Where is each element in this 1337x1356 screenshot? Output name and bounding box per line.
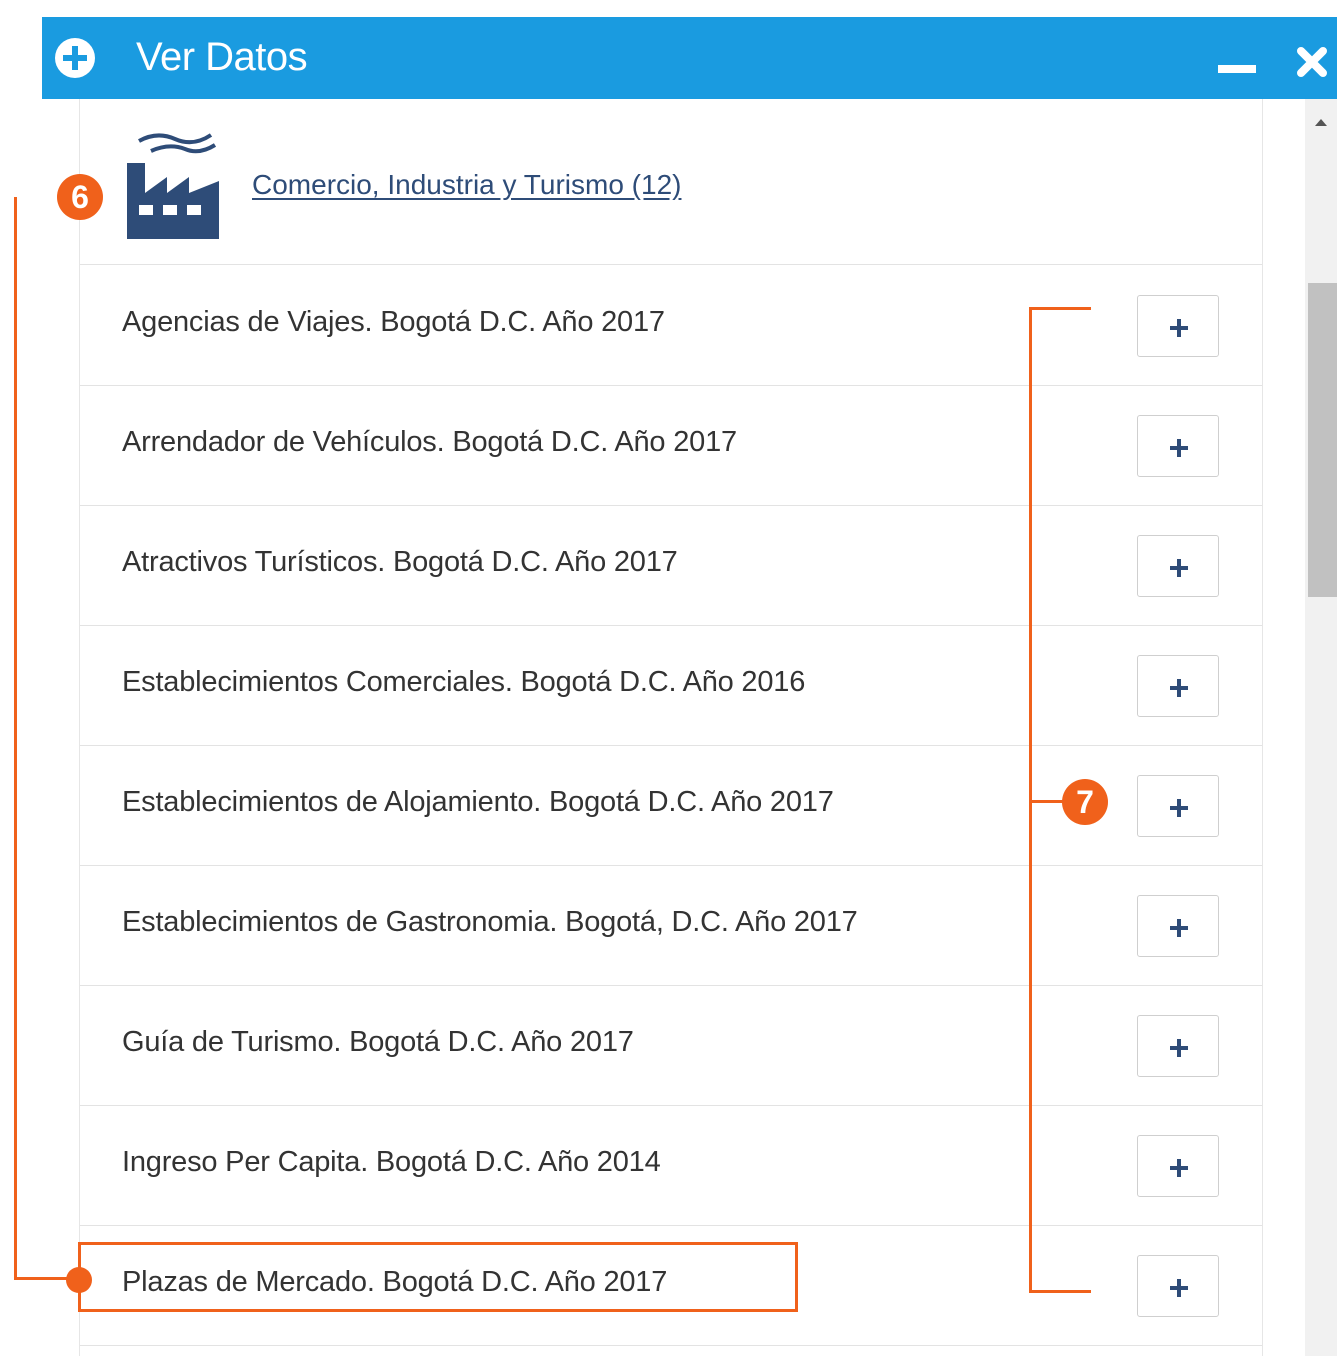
dataset-label: Establecimientos de Gastronomia. Bogotá,…	[122, 906, 858, 938]
dataset-label: Establecimientos de Alojamiento. Bogotá …	[122, 786, 834, 818]
add-dataset-button[interactable]	[1137, 415, 1219, 477]
annotation-badge-6: 6	[57, 174, 103, 220]
list-item: Ingreso Per Capita. Bogotá D.C. Año 2014	[80, 1105, 1262, 1226]
minimize-button[interactable]	[1214, 41, 1260, 83]
scroll-thumb[interactable]	[1308, 283, 1337, 597]
category-link[interactable]: Comercio, Industria y Turismo (12)	[252, 169, 681, 201]
annotation-badge-7: 7	[1062, 779, 1108, 825]
dataset-label: Establecimientos Comerciales. Bogotá D.C…	[122, 666, 806, 698]
factory-icon	[127, 133, 219, 239]
scroll-up-arrow-icon[interactable]	[1315, 119, 1327, 126]
add-dataset-button[interactable]	[1137, 655, 1219, 717]
add-dataset-button[interactable]	[1137, 1255, 1219, 1317]
list-item: Atractivos Turísticos. Bogotá D.C. Año 2…	[80, 505, 1262, 626]
vertical-scrollbar[interactable]	[1305, 99, 1337, 1356]
panel-titlebar: Ver Datos	[42, 17, 1337, 99]
list-item: Arrendador de Vehículos. Bogotá D.C. Año…	[80, 385, 1262, 506]
add-dataset-button[interactable]	[1137, 1015, 1219, 1077]
add-dataset-button[interactable]	[1137, 535, 1219, 597]
list-item: Guía de Turismo. Bogotá D.C. Año 2017	[80, 985, 1262, 1106]
add-dataset-button[interactable]	[1137, 895, 1219, 957]
ver-datos-panel: Ver Datos Comercio, Industria y Turismo …	[42, 17, 1337, 1356]
annotation-highlight-box	[78, 1242, 798, 1312]
close-icon[interactable]	[1292, 37, 1332, 83]
annotation-bracket-7-bottom	[1029, 1290, 1091, 1293]
dataset-list: Comercio, Industria y Turismo (12) Agenc…	[79, 99, 1263, 1356]
annotation-line-6-horizontal	[14, 1277, 74, 1280]
list-item: Establecimientos Comerciales. Bogotá D.C…	[80, 625, 1262, 746]
annotation-line-6-vertical	[14, 197, 17, 1280]
dataset-label: Atractivos Turísticos. Bogotá D.C. Año 2…	[122, 546, 678, 578]
annotation-bracket-7-top	[1029, 307, 1091, 310]
dataset-label: Arrendador de Vehículos. Bogotá D.C. Año…	[122, 426, 737, 458]
dataset-label: Ingreso Per Capita. Bogotá D.C. Año 2014	[122, 1146, 661, 1178]
list-item: Agencias de Viajes. Bogotá D.C. Año 2017	[80, 265, 1262, 386]
dataset-label: Agencias de Viajes. Bogotá D.C. Año 2017	[122, 306, 665, 338]
list-item: Establecimientos de Gastronomia. Bogotá,…	[80, 865, 1262, 986]
add-dataset-button[interactable]	[1137, 775, 1219, 837]
plus-circle-icon[interactable]	[54, 37, 96, 79]
dataset-label: Guía de Turismo. Bogotá D.C. Año 2017	[122, 1026, 634, 1058]
panel-title: Ver Datos	[136, 35, 308, 79]
minimize-icon	[1218, 65, 1256, 73]
add-dataset-button[interactable]	[1137, 1135, 1219, 1197]
add-dataset-button[interactable]	[1137, 295, 1219, 357]
category-header: Comercio, Industria y Turismo (12)	[80, 99, 1262, 265]
